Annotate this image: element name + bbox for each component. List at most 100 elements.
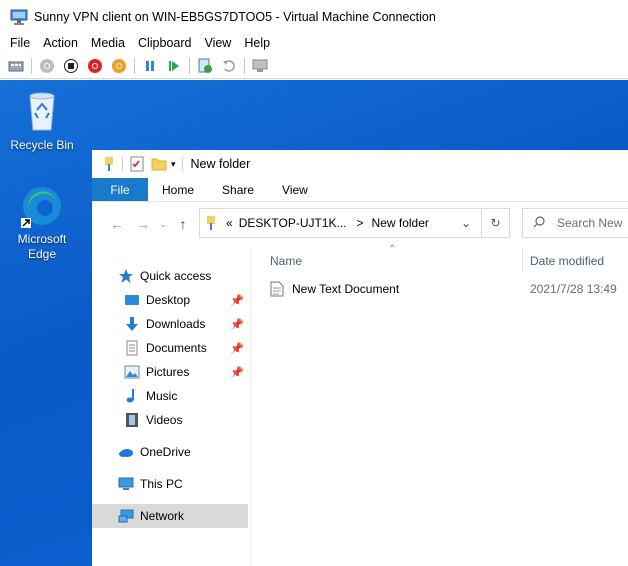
- sort-indicator-icon: ⌃: [388, 244, 397, 255]
- qat-separator: [122, 157, 123, 171]
- documents-icon: [124, 340, 140, 356]
- recent-locations-icon[interactable]: ⌄: [156, 219, 170, 230]
- menu-view[interactable]: View: [204, 36, 231, 50]
- resume-icon[interactable]: [165, 57, 183, 75]
- nav-label: This PC: [140, 477, 183, 491]
- address-dropdown-icon[interactable]: ⌄: [461, 216, 471, 230]
- menu-media[interactable]: Media: [91, 36, 125, 50]
- toolbar-separator: [134, 57, 135, 74]
- desktop-icon-recycle-bin[interactable]: Recycle Bin: [2, 88, 82, 153]
- nav-label: OneDrive: [140, 445, 191, 459]
- star-icon: [118, 268, 134, 284]
- revert-icon[interactable]: [220, 57, 238, 75]
- recycle-bin-icon: [24, 88, 60, 132]
- back-icon[interactable]: ←: [104, 216, 130, 232]
- tab-file[interactable]: File: [92, 178, 148, 201]
- file-date: 2021/7/28 13:49: [530, 282, 617, 296]
- music-icon: [124, 388, 140, 404]
- pictures-icon: [124, 364, 140, 380]
- turn-off-icon[interactable]: [62, 57, 80, 75]
- search-icon: [533, 215, 545, 231]
- nav-label: Downloads: [146, 317, 206, 331]
- breadcrumb-new-folder[interactable]: New folder: [372, 216, 429, 230]
- checkpoint-icon[interactable]: [196, 57, 214, 75]
- address-folder-icon: [204, 215, 218, 231]
- videos-icon: [124, 412, 140, 428]
- column-separator[interactable]: [522, 248, 523, 272]
- nav-item-videos[interactable]: Videos: [92, 408, 248, 432]
- search-input[interactable]: Search New: [522, 208, 628, 238]
- desktop-folder-icon: [124, 292, 140, 308]
- qat-dropdown-icon[interactable]: ▾: [171, 159, 176, 170]
- edge-label-line2: Edge: [27, 247, 57, 261]
- edge-label-line1: Microsoft: [17, 232, 67, 246]
- properties-icon[interactable]: [102, 156, 116, 172]
- nav-item-desktop[interactable]: Desktop 📌: [92, 288, 248, 312]
- explorer-titlebar: ▾ New folder: [92, 150, 628, 178]
- nav-label: Pictures: [146, 365, 190, 379]
- column-date-modified[interactable]: Date modified: [530, 254, 604, 268]
- menu-file[interactable]: File: [10, 36, 30, 50]
- nav-label: Documents: [146, 341, 207, 355]
- menu-help[interactable]: Help: [244, 36, 270, 50]
- toolbar-separator: [244, 57, 245, 74]
- recycle-bin-label: Recycle Bin: [10, 138, 74, 152]
- shutdown-icon[interactable]: [86, 57, 104, 75]
- column-header: ⌃ Name Date modified: [260, 244, 628, 272]
- file-row[interactable]: New Text Document 2021/7/28 13:49: [260, 278, 628, 300]
- nav-label: Network: [140, 509, 185, 523]
- nav-item-documents[interactable]: Documents 📌: [92, 336, 248, 360]
- vm-connection-icon: [10, 9, 28, 25]
- edge-icon: [21, 184, 63, 228]
- desktop-icon-edge[interactable]: Microsoft Edge: [2, 184, 82, 262]
- nav-item-onedrive[interactable]: OneDrive: [92, 440, 248, 464]
- vm-toolbar: [0, 53, 628, 79]
- breadcrumb-desktop[interactable]: DESKTOP-UJT1K...: [239, 216, 347, 230]
- pin-icon[interactable]: 📌: [230, 342, 244, 355]
- enhanced-session-icon[interactable]: [251, 57, 269, 75]
- new-folder-icon[interactable]: [151, 156, 167, 172]
- checklist-icon[interactable]: [129, 156, 145, 172]
- pin-icon[interactable]: 📌: [230, 318, 244, 331]
- navigation-pane: Quick access Desktop 📌 Downloads 📌 Docum…: [92, 260, 252, 566]
- nav-label: Desktop: [146, 293, 191, 307]
- network-icon: [118, 508, 134, 524]
- explorer-title: New folder: [190, 157, 251, 171]
- start-icon[interactable]: [38, 57, 56, 75]
- tab-share[interactable]: Share: [208, 178, 268, 201]
- column-name[interactable]: Name: [270, 254, 302, 268]
- pin-icon[interactable]: 📌: [230, 294, 244, 307]
- download-icon: [124, 316, 140, 332]
- nav-item-this-pc[interactable]: This PC: [92, 472, 248, 496]
- text-file-icon: [270, 281, 284, 297]
- nav-label: Videos: [146, 413, 183, 427]
- refresh-icon[interactable]: ↻: [482, 208, 510, 238]
- pause-icon[interactable]: [141, 57, 159, 75]
- forward-icon[interactable]: →: [130, 216, 156, 232]
- title-separator: [181, 157, 183, 171]
- vm-menubar: File Action Media Clipboard View Help: [0, 34, 628, 52]
- address-bar[interactable]: « DESKTOP-UJT1K... > New folder ⌄: [199, 208, 482, 238]
- nav-label: Music: [146, 389, 178, 403]
- nav-item-network[interactable]: Network: [92, 504, 248, 528]
- computer-icon: [118, 476, 134, 492]
- nav-item-quick-access[interactable]: Quick access: [92, 264, 248, 288]
- menu-action[interactable]: Action: [43, 36, 78, 50]
- tab-home[interactable]: Home: [148, 178, 208, 201]
- vm-window-title: Sunny VPN client on WIN-EB5GS7DTOO5 - Vi…: [34, 10, 436, 24]
- file-name: New Text Document: [292, 282, 400, 296]
- power-icon[interactable]: [110, 57, 128, 75]
- address-overflow[interactable]: «: [226, 216, 233, 230]
- up-icon[interactable]: ↑: [170, 216, 196, 232]
- toolbar-separator: [189, 57, 190, 74]
- pin-icon[interactable]: 📌: [230, 366, 244, 379]
- vm-titlebar: Sunny VPN client on WIN-EB5GS7DTOO5 - Vi…: [0, 0, 628, 34]
- nav-item-pictures[interactable]: Pictures 📌: [92, 360, 248, 384]
- nav-item-music[interactable]: Music: [92, 384, 248, 408]
- nav-item-downloads[interactable]: Downloads 📌: [92, 312, 248, 336]
- menu-clipboard[interactable]: Clipboard: [138, 36, 192, 50]
- ctrl-alt-del-icon[interactable]: [7, 57, 25, 75]
- breadcrumb-separator[interactable]: >: [357, 216, 364, 230]
- nav-label: Quick access: [140, 269, 212, 283]
- tab-view[interactable]: View: [268, 178, 322, 201]
